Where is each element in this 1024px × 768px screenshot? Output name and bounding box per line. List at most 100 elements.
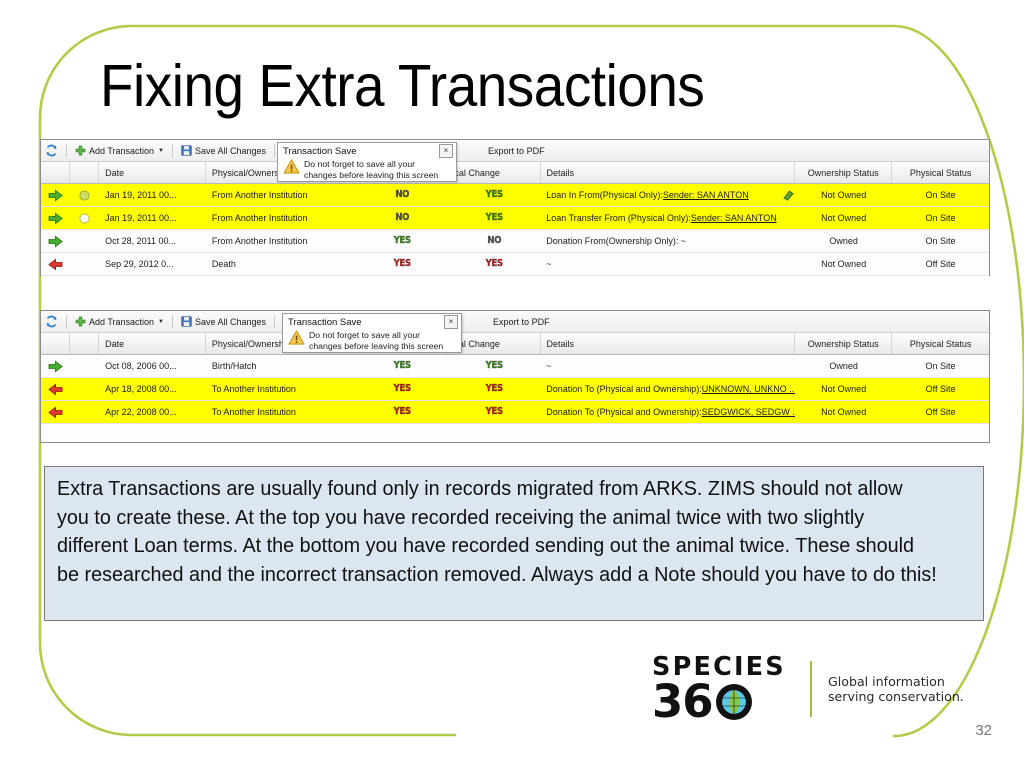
grid-header-row-bottom: Date Physical/Ownership Ever cal Change … [41,333,989,355]
cell-indicator [70,230,99,252]
refresh-icon[interactable] [45,315,58,328]
ownership-change-badge: YES [393,360,411,372]
floppy-disk-icon [181,316,192,327]
note-icon[interactable] [782,189,794,201]
table-row[interactable]: Apr 18, 2008 00... To Another Institution… [41,378,989,401]
table-row[interactable]: Jan 19, 2011 00... From Another Instituti… [41,184,989,207]
floppy-disk-icon [181,145,192,156]
save-all-changes-button[interactable]: Save All Changes [181,316,266,327]
cell-physical-status: Off Site [925,407,956,417]
grid-body-top: Jan 19, 2011 00... From Another Instituti… [41,184,989,276]
tooltip-line-2: changes before leaving this screen [304,169,439,180]
cell-details: Donation To (Physical and Ownership): SE… [540,401,795,423]
ownership-change-badge: YES [393,383,411,395]
table-row[interactable]: Oct 28, 2011 00... From Another Instituti… [41,230,989,253]
table-row[interactable]: Apr 22, 2008 00... To Another Institution… [41,401,989,424]
export-to-pdf-button[interactable]: Export to PDF [493,317,550,327]
close-icon[interactable]: × [439,144,453,158]
header-ownership-status[interactable]: Ownership Status [795,162,893,183]
logo-number: 36 [652,675,714,728]
cell-direction [41,401,70,423]
cell-ownership-status: Owned [829,236,858,246]
cell-indicator [70,253,99,275]
cell-physical-status: On Site [925,213,956,223]
grid-header-row-top: Date Physical/Ownership Ever cal Change … [41,162,989,184]
cell-details-text: Donation To (Physical and Ownership): [546,384,702,394]
logo-tagline-line-1: Global information [828,673,945,689]
header-physical-change[interactable]: cal Change [448,333,541,354]
header-indicator [70,162,100,183]
export-to-pdf-button[interactable]: Export to PDF [488,146,545,156]
save-all-changes-button[interactable]: Save All Changes [181,145,266,156]
header-details[interactable]: Details [541,333,796,354]
transaction-save-tooltip-bottom[interactable]: Transaction Save × Do not forget to save… [282,313,462,353]
page-title: Fixing Extra Transactions [100,53,705,119]
cell-ownership-change: YES [356,253,448,275]
plus-icon [75,316,86,327]
ownership-change-badge: YES [393,235,411,247]
add-transaction-button[interactable]: Add Transaction ▼ [75,316,164,327]
cell-physical-change: YES [448,401,540,423]
cell-physical-change: YES [448,184,540,206]
tooltip-line-1: Do not forget to save all your [304,159,416,169]
cell-physical-change: YES [448,207,540,229]
red-left-arrow-icon [48,257,63,271]
cell-physical-change: YES [448,253,540,275]
cell-ownership-status: Not Owned [821,384,867,394]
physical-change-badge: YES [485,189,503,201]
transaction-save-tooltip-top[interactable]: Transaction Save × Do not forget to save… [277,142,457,182]
cell-event: From Another Institution [211,213,308,223]
cell-indicator [70,378,99,400]
cell-details-text: Loan Transfer From (Physical Only): [546,213,691,223]
table-row[interactable]: Jan 19, 2011 00... From Another Instituti… [41,207,989,230]
close-icon[interactable]: × [444,315,458,329]
header-date[interactable]: Date [99,333,206,354]
filled-circle-icon [79,189,90,201]
tooltip-title: Transaction Save [283,145,357,157]
cell-details: Donation From(Ownership Only): ~ [540,230,795,252]
cell-details: Loan In From(Physical Only): Sender: SAN… [540,184,795,206]
header-ownership-status[interactable]: Ownership Status [795,333,893,354]
table-row[interactable]: Oct 08, 2006 00... Birth/Hatch YES YES ~ Owne… [41,355,989,378]
cell-details: Loan Transfer From (Physical Only): Send… [540,207,795,229]
header-physical-change[interactable]: cal Change [448,162,541,183]
cell-direction [41,355,70,377]
physical-change-badge: YES [485,212,503,224]
cell-physical-status: Off Site [925,259,956,269]
cell-event: Death [211,259,236,269]
cell-date: Oct 28, 2011 00... [105,236,177,246]
toolbar-separator-2 [172,144,173,157]
add-transaction-button[interactable]: Add Transaction ▼ [75,145,164,156]
logo-mark: SPECIES 36 [652,654,804,728]
export-to-pdf-label: Export to PDF [493,316,550,327]
cell-direction [41,184,70,206]
header-date[interactable]: Date [99,162,206,183]
header-physical-status[interactable]: Physical Status [892,333,989,354]
cell-direction [41,378,70,400]
grid-toolbar-bottom: Add Transaction ▼ Save All Changes Expor… [41,311,989,333]
header-details[interactable]: Details [541,162,796,183]
cell-indicator [70,207,99,229]
cell-ownership-status: Not Owned [821,407,867,417]
toolbar-separator-2 [172,315,173,328]
warning-triangle-icon [283,159,300,180]
table-row[interactable]: Sep 29, 2012 0... Death YES YES ~ Not Owned Of… [41,253,989,276]
refresh-icon[interactable] [45,144,58,157]
toolbar-separator-3 [274,315,276,328]
cell-event: To Another Institution [211,407,296,417]
hollow-circle-icon [79,212,90,224]
cell-date: Oct 08, 2006 00... [105,361,177,371]
cell-details-link[interactable]: Sender: SAN ANTON [691,213,777,223]
cell-details-link[interactable]: SEDGWICK, SEDGW ... [702,407,796,417]
header-physical-status[interactable]: Physical Status [892,162,989,183]
grid-toolbar-top: Add Transaction ▼ Save All Changes Expor… [41,140,989,162]
tooltip-body: Do not forget to save all your changes b… [278,158,456,183]
cell-details-link[interactable]: UNKNOWN, UNKNO ... [702,384,796,394]
cell-date: Jan 19, 2011 00... [105,213,177,223]
logo-tagline-line-2: serving conservation. [828,689,964,704]
export-to-pdf-label: Export to PDF [488,145,545,156]
tooltip-text: Do not forget to save all your changes b… [304,159,438,180]
add-transaction-label: Add Transaction [89,316,155,327]
cell-details-link[interactable]: Sender: SAN ANTON [663,190,749,200]
ownership-change-badge: NO [395,189,410,201]
